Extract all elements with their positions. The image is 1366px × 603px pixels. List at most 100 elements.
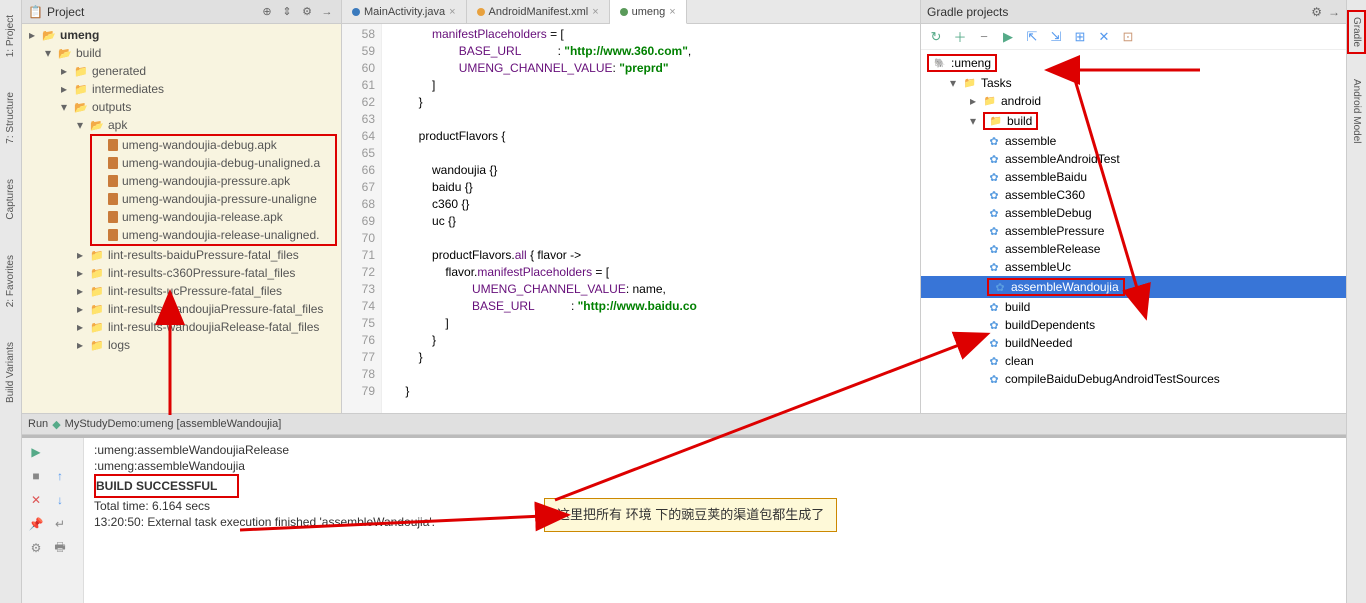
gear-icon	[987, 224, 1001, 238]
gradle-task-assemble[interactable]: assemble	[921, 132, 1346, 150]
gear-icon	[987, 260, 1001, 274]
gradle-category-build[interactable]: ▾build	[921, 110, 1346, 132]
gradle-root[interactable]: :umeng	[921, 52, 1001, 74]
hide-icon[interactable]: →	[1328, 5, 1340, 19]
gradle-task-assembleDebug[interactable]: assembleDebug	[921, 204, 1346, 222]
gradle-task-clean[interactable]: clean	[921, 352, 1346, 370]
close-icon[interactable]: ×	[592, 6, 598, 18]
run-title-bar: Run ◆ MyStudyDemo:umeng [assembleWandouj…	[22, 413, 1346, 435]
tree-outputs[interactable]: ▾outputs	[22, 98, 341, 116]
up-icon[interactable]: ↑	[50, 466, 70, 486]
tab-build-variants-side[interactable]: Build Variants	[3, 337, 18, 408]
gradle-header: Gradle projects ⚙ →	[921, 0, 1346, 24]
gradle-task-assembleWandoujia[interactable]: assembleWandoujia	[921, 276, 1346, 298]
hide-icon[interactable]: →	[319, 4, 335, 20]
gutter[interactable]: 5859606162636465666768697071727374757677…	[342, 24, 382, 413]
lint-dir[interactable]: ▸lint-results-wandoujiaRelease-fatal_fil…	[22, 318, 341, 336]
target-icon[interactable]: ⊕	[259, 4, 275, 20]
project-tree[interactable]: ▸umeng ▾build ▸generated ▸intermediates …	[22, 24, 341, 413]
tree-intermediates[interactable]: ▸intermediates	[22, 80, 341, 98]
folder-icon	[90, 248, 104, 262]
apk-file[interactable]: umeng-wandoujia-debug-unaligned.a	[92, 154, 335, 172]
folder-icon	[90, 302, 104, 316]
gradle-tasks-group[interactable]: ▾Tasks	[921, 74, 1346, 92]
apk-file[interactable]: umeng-wandoujia-debug.apk	[92, 136, 335, 154]
lint-dir[interactable]: ▸lint-results-wandoujiaPressure-fatal_fi…	[22, 300, 341, 318]
gradle-task-buildNeeded[interactable]: buildNeeded	[921, 334, 1346, 352]
wrap-icon[interactable]: ↵	[50, 514, 70, 534]
editor-body[interactable]: 5859606162636465666768697071727374757677…	[342, 24, 920, 413]
gradle-task-buildDependents[interactable]: buildDependents	[921, 316, 1346, 334]
close-icon[interactable]: ×	[669, 6, 675, 18]
cog-icon[interactable]: ⊞	[1071, 28, 1089, 46]
apk-file[interactable]: umeng-wandoujia-pressure-unaligne	[92, 190, 335, 208]
pin-icon[interactable]: 📌	[26, 514, 46, 534]
module-icon	[42, 28, 56, 42]
editor-area: MainActivity.java× AndroidManifest.xml× …	[342, 0, 920, 413]
gradle-task-assembleC360[interactable]: assembleC360	[921, 186, 1346, 204]
folder-icon	[90, 266, 104, 280]
tab-manifest[interactable]: AndroidManifest.xml×	[467, 0, 610, 23]
gradle-title: Gradle projects	[927, 5, 1311, 19]
rerun-icon[interactable]: ▶	[26, 442, 46, 462]
gradle-task-assembleRelease[interactable]: assembleRelease	[921, 240, 1346, 258]
annotation-callout: 这里把所有 环境 下的豌豆荚的渠道包都生成了	[544, 498, 837, 532]
tab-gradle-side[interactable]: Gradle	[1347, 10, 1366, 54]
gradle-task-build[interactable]: build	[921, 298, 1346, 316]
tab-umeng[interactable]: umeng×	[610, 0, 687, 24]
settings-icon[interactable]: ⊡	[1119, 28, 1137, 46]
lint-dir[interactable]: ▸lint-results-c360Pressure-fatal_files	[22, 264, 341, 282]
apk-icon	[108, 229, 118, 241]
close-icon[interactable]: ×	[449, 6, 455, 18]
tree-logs[interactable]: ▸logs	[22, 336, 341, 354]
gradle-task-compileBaiduDebugAndroidTestSources[interactable]: compileBaiduDebugAndroidTestSources	[921, 370, 1346, 388]
tree-root[interactable]: ▸umeng	[22, 26, 341, 44]
gradle-task-assembleBaidu[interactable]: assembleBaidu	[921, 168, 1346, 186]
lint-dir[interactable]: ▸lint-results-baiduPressure-fatal_files	[22, 246, 341, 264]
gradle-category-android[interactable]: ▸android	[921, 92, 1346, 110]
console-output[interactable]: :umeng:assembleWandoujiaRelease :umeng:a…	[84, 438, 1346, 603]
gear-icon	[987, 152, 1001, 166]
tab-project-side[interactable]: 1: Project	[3, 10, 18, 62]
gear-icon	[993, 280, 1007, 294]
apk-icon	[108, 175, 118, 187]
down-icon[interactable]: ↓	[50, 490, 70, 510]
tab-favorites-side[interactable]: 2: Favorites	[3, 250, 18, 312]
lint-dir[interactable]: ▸lint-results-ucPressure-fatal_files	[22, 282, 341, 300]
apk-file[interactable]: umeng-wandoujia-release-unaligned.	[92, 226, 335, 244]
code-area[interactable]: manifestPlaceholders = [ BASE_URL : "htt…	[382, 24, 920, 413]
folder-icon	[74, 64, 88, 78]
attach-icon[interactable]: ＋	[951, 28, 969, 46]
apk-file[interactable]: umeng-wandoujia-pressure.apk	[92, 172, 335, 190]
detach-icon[interactable]: −	[975, 28, 993, 46]
collapse-icon[interactable]: ⇕	[279, 4, 295, 20]
tree-apk[interactable]: ▾apk	[22, 116, 341, 134]
tree-build[interactable]: ▾build	[22, 44, 341, 62]
gradle-icon	[620, 8, 628, 16]
gear-icon[interactable]: ⚙	[299, 4, 315, 20]
stop-icon[interactable]: ■	[26, 466, 46, 486]
tab-mainactivity[interactable]: MainActivity.java×	[342, 0, 467, 23]
offline-icon[interactable]: ✕	[1095, 28, 1113, 46]
gradle-task-assembleAndroidTest[interactable]: assembleAndroidTest	[921, 150, 1346, 168]
run-icon[interactable]: ▶	[999, 28, 1017, 46]
apk-file[interactable]: umeng-wandoujia-release.apk	[92, 208, 335, 226]
tab-android-model-side[interactable]: Android Model	[1349, 74, 1364, 148]
gradle-task-assemblePressure[interactable]: assemblePressure	[921, 222, 1346, 240]
tab-structure-side[interactable]: 7: Structure	[3, 87, 18, 149]
settings-icon[interactable]: ⚙	[26, 538, 46, 558]
print-icon[interactable]: 🖶	[50, 538, 70, 558]
gradle-tool-window: Gradle projects ⚙ → ↻ ＋ − ▶ ⇱ ⇲ ⊞ ✕ ⊡ :u…	[920, 0, 1346, 413]
gear-icon[interactable]: ⚙	[1311, 5, 1322, 19]
refresh-icon[interactable]: ↻	[927, 28, 945, 46]
gradle-task-assembleUc[interactable]: assembleUc	[921, 258, 1346, 276]
gradle-tree[interactable]: :umeng ▾Tasks ▸android ▾build assembleas…	[921, 50, 1346, 413]
gear-icon	[987, 354, 1001, 368]
gradle-toolbar: ↻ ＋ − ▶ ⇱ ⇲ ⊞ ✕ ⊡	[921, 24, 1346, 50]
tree-generated[interactable]: ▸generated	[22, 62, 341, 80]
tab-captures-side[interactable]: Captures	[3, 174, 18, 225]
folder-icon	[90, 338, 104, 352]
close-icon[interactable]: ✕	[26, 490, 46, 510]
collapse-icon[interactable]: ⇲	[1047, 28, 1065, 46]
expand-icon[interactable]: ⇱	[1023, 28, 1041, 46]
